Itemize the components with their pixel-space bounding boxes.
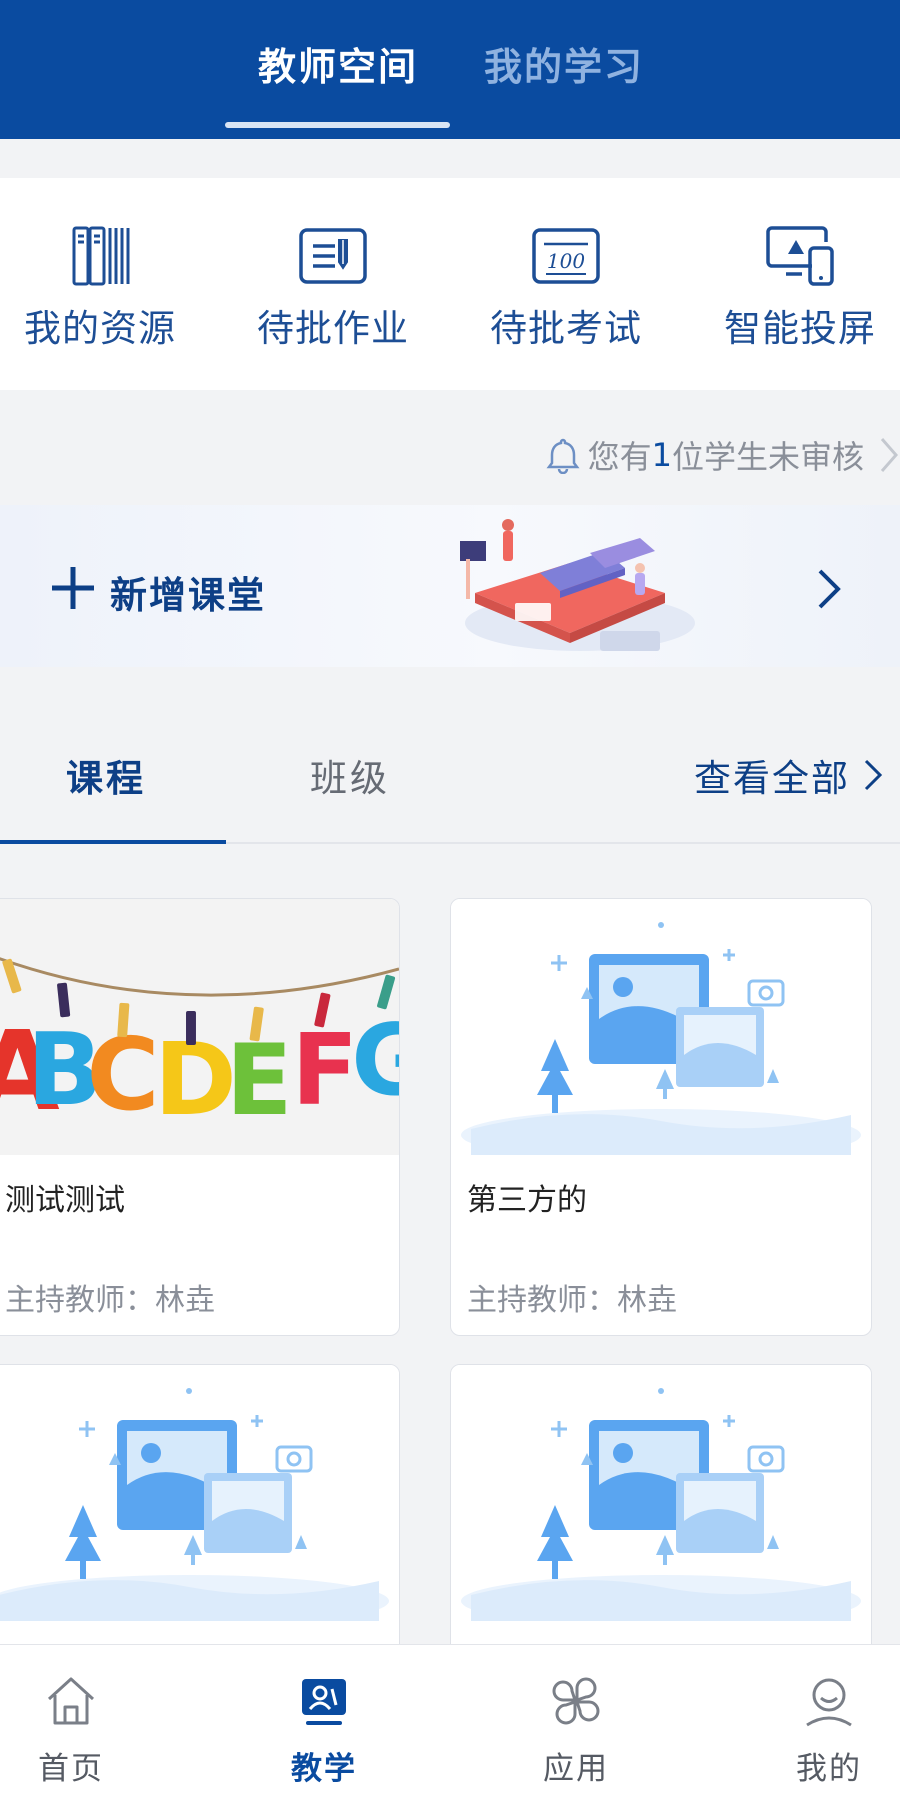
svg-text:E: E [226,1024,293,1138]
quick-action-smart-cast[interactable]: 智能投屏 [700,222,900,352]
notice-count: 1 [651,436,672,474]
course-card[interactable] [0,1364,400,1664]
course-card[interactable]: A B C D E F G 测试测试 主持教师：林垚 [0,898,400,1336]
chevron-right-icon [864,759,883,791]
user-icon [806,1678,852,1727]
quick-action-label: 我的资源 [24,307,176,350]
nav-profile[interactable]: 我的 [754,1673,900,1788]
quick-action-my-resources[interactable]: 我的资源 [0,222,200,352]
view-all-label: 查看全部 [694,757,850,800]
books-icon [72,226,130,286]
quick-action-label: 智能投屏 [724,307,876,350]
apps-icon [552,1677,600,1725]
bottom-navigation: 首页 教学 应用 我的 [0,1644,900,1800]
nav-home[interactable]: 首页 [0,1673,146,1788]
chevron-right-icon [818,569,841,609]
nav-apps[interactable]: 应用 [501,1673,651,1788]
course-cover-placeholder [0,1365,399,1621]
svg-text:F: F [292,1014,359,1128]
nav-label: 应用 [543,1751,609,1787]
quick-action-pending-homework[interactable]: 待批作业 [233,222,433,352]
course-teacher: 主持教师：林垚 [467,1283,677,1318]
exam-score-icon: 100 [532,228,600,284]
chevron-right-icon [880,438,898,472]
plus-icon [52,567,94,609]
course-class-tabs: 课程 班级 查看全部 [0,720,900,844]
tab-courses[interactable]: 课程 [66,748,146,802]
teaching-icon [302,1679,346,1725]
notice-prefix: 您有 [587,438,652,476]
new-classroom-banner[interactable]: 新增课堂 [0,505,900,667]
classroom-illustration [460,519,695,651]
course-card[interactable]: 第三方的 主持教师：林垚 [450,898,872,1336]
tab-my-learning[interactable]: 我的学习 [484,36,644,91]
tab-teacher-space[interactable]: 教师空间 [258,36,418,91]
course-title: 测试测试 [5,1183,125,1218]
course-cover-placeholder [451,899,871,1155]
pending-students-notice[interactable]: 您有 1 位学生未审核 [546,430,900,480]
quick-action-label: 待批考试 [490,307,642,350]
course-card[interactable] [450,1364,872,1664]
quick-actions: 我的资源 待批作业 100 待批考试 智能投屏 [0,178,900,390]
course-title: 第三方的 [467,1183,587,1218]
homework-icon [299,228,367,284]
course-cover-alphabet: A B C D E F G [0,899,399,1155]
svg-text:100: 100 [547,249,585,273]
tab-classes[interactable]: 班级 [310,748,390,802]
nav-label: 我的 [796,1751,862,1787]
view-all-link[interactable]: 查看全部 [694,748,884,802]
course-cover-placeholder [451,1365,871,1621]
quick-action-pending-exams[interactable]: 100 待批考试 [466,222,666,352]
active-tab-indicator [0,840,226,844]
nav-label: 教学 [291,1751,357,1787]
home-icon [47,1677,95,1725]
course-teacher: 主持教师：林垚 [5,1283,215,1318]
top-header: 教师空间 我的学习 [0,0,900,139]
bell-icon [546,438,580,474]
quick-action-label: 待批作业 [257,307,409,350]
screen-cast-icon [766,226,834,286]
active-tab-indicator [225,122,450,128]
new-classroom-label: 新增课堂 [110,574,266,617]
nav-label: 首页 [38,1751,104,1787]
notice-suffix: 位学生未审核 [671,438,864,476]
nav-teaching[interactable]: 教学 [249,1673,399,1788]
svg-text:G: G [351,1004,399,1118]
